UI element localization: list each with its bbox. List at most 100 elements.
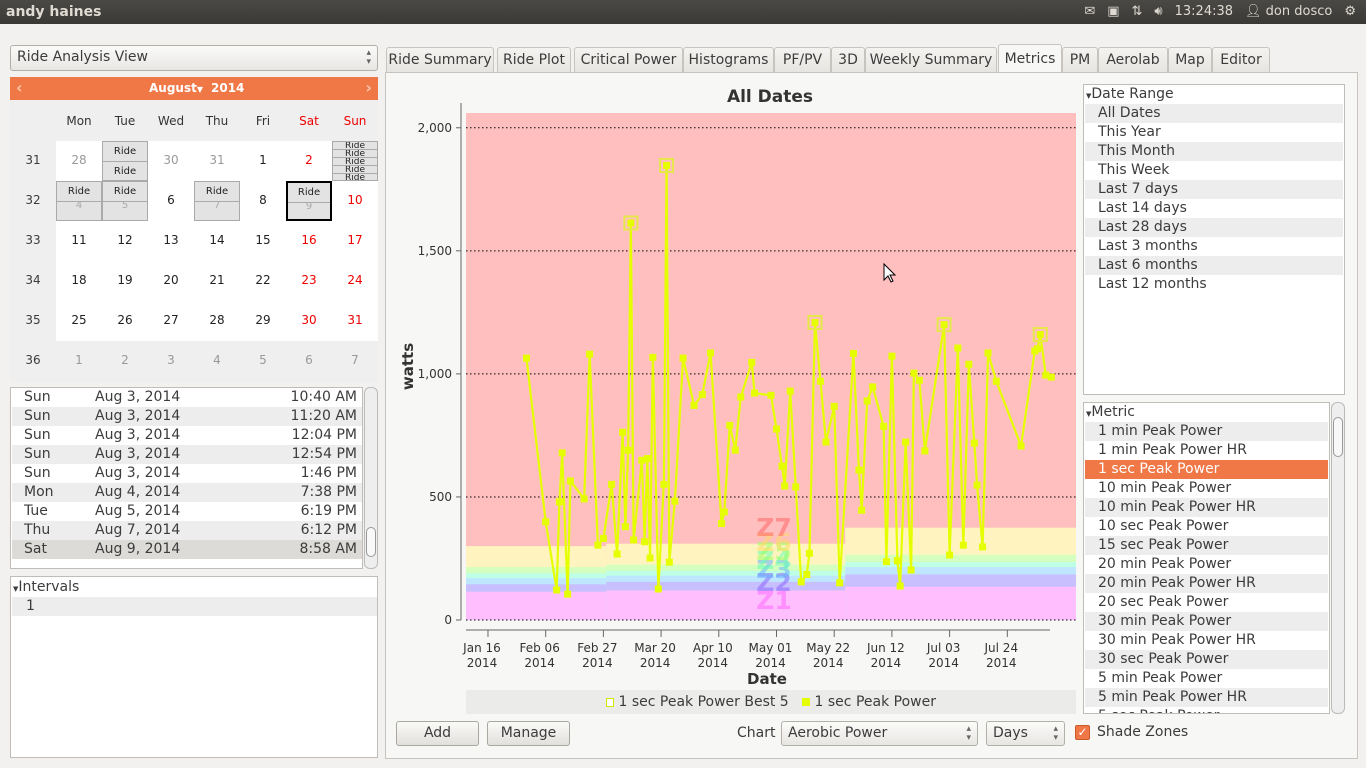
metric-item[interactable]: 10 sec Peak Power [1085,517,1328,536]
ride-row[interactable]: Sun Aug 3, 2014 12:54 PM [12,445,362,464]
year-label[interactable]: 2014 [211,81,244,95]
scrollbar-thumb[interactable] [366,527,376,557]
ride-marker[interactable]: Ride [333,158,377,166]
tab-ride-summary[interactable]: Ride Summary [386,47,494,73]
calendar-day[interactable]: 22 [240,261,286,301]
calendar-day[interactable]: 14 [194,221,240,261]
ride-marker[interactable]: Ride [103,182,147,202]
interval-item[interactable]: 1 [12,597,377,616]
ride-row[interactable]: Sun Aug 3, 2014 12:04 PM [12,426,362,445]
calendar-day[interactable]: 23 [286,261,332,301]
calendar-day[interactable]: 15 [240,221,286,261]
date-range-item[interactable]: All Dates [1085,104,1343,123]
calendar-day[interactable]: 28 [194,301,240,341]
calendar-day[interactable]: 31 [332,301,378,341]
date-range-item[interactable]: Last 3 months [1085,237,1343,256]
ride-marker[interactable]: Ride [195,182,239,202]
metric-item[interactable]: 1 min Peak Power [1085,422,1328,441]
calendar-day[interactable]: 7 [332,341,378,381]
calendar-day[interactable]: 25 [56,301,102,341]
calendar-day[interactable]: 20 [148,261,194,301]
calendar-day[interactable]: Ride 7 [194,181,240,221]
tab-ride-plot[interactable]: Ride Plot [497,47,571,73]
ride-row[interactable]: Thu Aug 7, 2014 6:12 PM [12,521,362,540]
calendar-day[interactable]: 1 [240,141,286,181]
calendar-day[interactable]: 11 [56,221,102,261]
battery-icon[interactable]: ▣ [1107,4,1119,19]
shade-zones-checkbox[interactable]: ✓ [1075,725,1090,740]
tab-histograms[interactable]: Histograms [683,47,774,73]
calendar-day[interactable]: 21 [194,261,240,301]
calendar-day[interactable]: Ride 9 [286,181,332,221]
date-range-item[interactable]: Last 12 months [1085,275,1343,294]
ride-list-scrollbar[interactable] [364,387,378,569]
tab-map[interactable]: Map [1168,47,1212,73]
ride-row[interactable]: Sun Aug 3, 2014 10:40 AM [12,388,362,407]
metric-item[interactable]: 5 min Peak Power HR [1085,688,1328,707]
ride-marker[interactable]: Ride [103,142,147,162]
ride-marker[interactable]: Ride [333,142,377,150]
month-select[interactable]: August▼ [149,81,203,95]
calendar-day[interactable]: 12 [102,221,148,261]
grouping-select[interactable]: Days ▴ ▾ [986,721,1065,746]
ride-row[interactable]: Sun Aug 3, 2014 11:20 AM [12,407,362,426]
calendar-day[interactable]: 8 [240,181,286,221]
ride-marker[interactable]: Ride [288,183,330,203]
date-range-item[interactable]: Last 28 days [1085,218,1343,237]
view-select[interactable]: Ride Analysis View ▴ ▾ [10,45,378,71]
metric-item[interactable]: 15 sec Peak Power [1085,536,1328,555]
calendar-day[interactable]: 13 [148,221,194,261]
calendar-day[interactable]: 10 [332,181,378,221]
mail-icon[interactable]: ✉ [1084,4,1095,19]
ride-marker[interactable]: Ride [57,182,101,202]
tab-aerolab[interactable]: Aerolab [1098,47,1168,73]
next-month-button[interactable]: › [365,78,372,97]
tab-pf-pv[interactable]: PF/PV [774,47,831,73]
ride-marker[interactable]: Ride [333,166,377,174]
metric-item[interactable]: 20 min Peak Power HR [1085,574,1328,593]
ride-row[interactable]: Mon Aug 4, 2014 7:38 PM [12,483,362,502]
calendar-day[interactable]: 28 [56,141,102,181]
calendar-day[interactable]: 18 [56,261,102,301]
calendar-day[interactable]: 4 [194,341,240,381]
metric-item[interactable]: 30 sec Peak Power [1085,650,1328,669]
calendar-day[interactable]: 2 [286,141,332,181]
volume-icon[interactable]: 🔊︎ [1154,4,1162,19]
calendar-day[interactable]: 26 [102,301,148,341]
metric-item[interactable]: 10 min Peak Power HR [1085,498,1328,517]
metric-item[interactable]: 20 sec Peak Power [1085,593,1328,612]
clock[interactable]: 13:24:38 [1175,4,1233,19]
metric-scrollbar[interactable] [1331,402,1345,714]
calendar-day[interactable]: 30 [286,301,332,341]
network-icon[interactable]: ⇅ [1132,4,1143,19]
scrollbar-thumb[interactable] [1333,417,1343,457]
calendar-day[interactable]: 1 [56,341,102,381]
calendar-day[interactable]: 5 [240,341,286,381]
metric-item[interactable]: 10 min Peak Power [1085,479,1328,498]
metric-item[interactable]: 1 sec Peak Power [1085,460,1328,479]
metric-item[interactable]: 30 min Peak Power [1085,612,1328,631]
ride-marker[interactable]: Ride [103,162,147,182]
tab-weekly-summary[interactable]: Weekly Summary [865,47,997,73]
ride-row[interactable]: Tue Aug 5, 2014 6:19 PM [12,502,362,521]
calendar-day[interactable]: Ride 5 [102,181,148,221]
date-range-item[interactable]: This Month [1085,142,1343,161]
metric-header[interactable]: ▼Metric [1086,404,1135,420]
add-button[interactable]: Add [396,721,479,746]
user-menu[interactable]: 👤︎ don dosco [1245,4,1332,19]
calendar-day[interactable]: 3 [148,341,194,381]
tab-metrics[interactable]: Metrics [998,44,1062,73]
calendar-day[interactable]: 17 [332,221,378,261]
intervals-header[interactable]: ▼Intervals [13,579,79,595]
manage-button[interactable]: Manage [487,721,570,746]
calendar-day[interactable]: 27 [148,301,194,341]
gear-icon[interactable]: ⚙ [1344,4,1356,19]
tab-critical-power[interactable]: Critical Power [574,47,683,73]
ride-row[interactable]: Sun Aug 3, 2014 1:46 PM [12,464,362,483]
calendar-day[interactable]: Ride 4 [56,181,102,221]
tab-editor[interactable]: Editor [1212,47,1270,73]
calendar-day[interactable]: 30 [148,141,194,181]
calendar-day[interactable]: 29 [240,301,286,341]
tab-pm[interactable]: PM [1062,47,1098,73]
date-range-item[interactable]: This Week [1085,161,1343,180]
